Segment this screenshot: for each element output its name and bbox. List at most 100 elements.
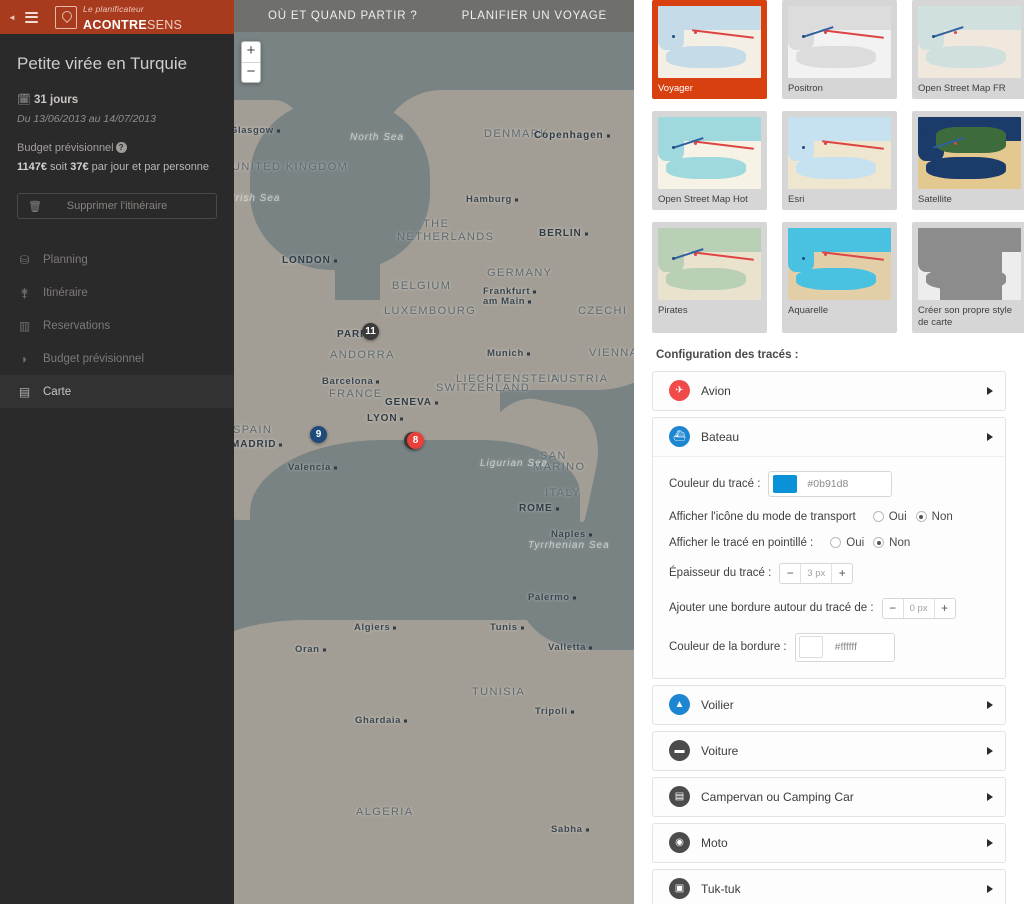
show-icon-radio-no[interactable]: Non [915,510,953,523]
map-label-6: THE [423,218,450,230]
brand-name: ACONTRESENS [83,18,183,32]
zoom-out-button[interactable]: − [242,62,260,82]
map-marker-11[interactable]: 11 [362,323,379,340]
thickness-value: 3 px [800,563,833,583]
dotted-no-label: Non [889,536,911,549]
budget-total: 1147€ [17,160,47,173]
dotted-radio-no[interactable]: Non [873,537,910,549]
map-style-name: Open Street Map FR [918,83,1006,94]
chevron-right-icon[interactable] [987,386,993,395]
sitemap-icon: ⛁ [19,252,30,267]
transport-header[interactable]: ▣ Tuk-tuk [653,870,1005,904]
transport-header[interactable]: ▬ Voiture [653,732,1005,770]
sidebar-item-label: Itinéraire [43,286,88,299]
chevron-right-icon[interactable] [987,792,993,801]
map-style-card-esri[interactable]: Esri [782,111,897,210]
map-marker-9[interactable]: 9 [310,426,327,443]
map-settings-panel: Voyager Positron Open Street Map FR Open St… [634,0,1024,904]
sidebar-item-reservations[interactable]: ▥ Reservations [0,309,234,342]
motorcycle-icon: ◉ [669,832,690,854]
map-style-card-voyager[interactable]: Voyager [652,0,767,99]
config-section-title: Configuration des tracés : [656,348,799,361]
map-style-card-custom[interactable]: Créer son propre style de carte [912,222,1024,333]
map-label-42: Oran [295,644,320,655]
transport-header[interactable]: ◉ Moto [653,824,1005,862]
brand-logo[interactable]: Le planificateur ACONTRESENS [55,0,226,34]
topnav-item-0[interactable]: OÙ ET QUAND PARTIR ? [268,10,418,22]
trace-color-label: Couleur du tracé : [669,477,761,490]
sidebar-item-budget-pr-visionnel[interactable]: ◗ Budget prévisionnel [0,342,234,375]
map-label-19: ANDORRA [330,349,395,361]
thickness-stepper[interactable]: − 3 px + [779,562,854,584]
map-label-20: SPAIN [233,424,273,436]
hamburger-icon[interactable] [24,11,39,23]
map-label-47: Glasgow [230,125,274,136]
color-swatch[interactable] [773,474,798,493]
chevron-right-icon[interactable] [987,700,993,709]
map-style-thumbnail [788,6,891,78]
border-width-stepper[interactable]: − 0 px + [881,597,956,619]
transport-header[interactable]: ▤ Campervan ou Camping Car [653,778,1005,816]
transport-item-bateau: ⛴ Bateau Couleur du tracé : #0b91d8 Affic… [652,416,1006,679]
dotted-radio-yes[interactable]: Oui [830,537,864,549]
chevron-left-icon[interactable]: ◄ [8,13,16,22]
map-label-10: LUXEMBOURG [384,305,477,317]
border-increment-button[interactable]: + [935,599,955,618]
dotted-yes-label: Oui [846,536,865,549]
thickness-decrement-button[interactable]: − [780,564,800,583]
border-color-input[interactable]: #ffffff [794,632,895,662]
thickness-increment-button[interactable]: + [832,564,852,583]
show-icon-radio-yes[interactable]: Oui [872,511,907,523]
transport-header[interactable]: ✈ Avion [653,372,1005,410]
tuktuk-icon: ▣ [669,878,690,900]
border-color-swatch[interactable] [798,636,823,659]
map-style-card-osmhot[interactable]: Open Street Map Hot [652,111,767,210]
radio-icon[interactable] [872,511,884,523]
map-style-card-aquarelle[interactable]: Aquarelle [782,222,897,333]
map-style-card-positron[interactable]: Positron [782,0,897,99]
map-label-31: VIENNA [589,347,639,359]
map-style-card-pirates[interactable]: Pirates [652,222,767,333]
map-style-card-satellite[interactable]: Satellite [912,111,1024,210]
sidebar-item-carte[interactable]: ▤ Carte [0,375,234,409]
map-label-15: AUSTRIA [551,373,609,385]
map-planner-page: North Sea Irish Sea Ligurian Sea Tyrrhenian… [0,0,1024,904]
delete-itinerary-button[interactable]: 🗑 Supprimer l'itinéraire [17,193,217,220]
radio-icon[interactable] [915,511,927,523]
thickness-row: Épaisseur du tracé : − 3 px + [669,562,1005,584]
chevron-right-icon[interactable] [987,838,993,847]
radio-icon[interactable] [830,537,842,549]
map-label-25: BERLIN [539,228,582,239]
chevron-right-icon[interactable] [987,432,993,441]
transport-label: Tuk-tuk [701,881,741,896]
show-icon-no-label: Non [931,510,953,523]
map-style-name: Satellite [918,194,952,205]
map-label-21: TUNISIA [472,686,526,698]
map-marker-8[interactable]: 8 [407,432,424,449]
transport-header[interactable]: ⛴ Bateau [653,418,1005,456]
map-label-22: ALGERIA [356,806,414,818]
transport-config-form: Couleur du tracé : #0b91d8 Afficher l'ic… [653,455,1005,678]
chevron-right-icon[interactable] [987,746,993,755]
budget-label: Budget prévisionnel [17,141,114,154]
transport-item-moto: ◉ Moto [652,822,1006,863]
topnav-item-1[interactable]: PLANIFIER UN VOYAGE [462,10,607,22]
sidebar-item-planning[interactable]: ⛁ Planning [0,243,234,276]
map-label-43: Valletta [548,642,587,653]
sidebar-item-itin-raire[interactable]: ⚵ Itinéraire [0,276,234,309]
transport-header[interactable]: ▲ Voilier [653,686,1005,724]
border-decrement-button[interactable]: − [883,599,903,618]
show-icon-row: Afficher l'icône du mode de transport Ou… [669,511,1005,523]
map-style-thumbnail [788,117,891,189]
map-label-5: UNITED KINGDOM [232,161,349,173]
map-zoom-controls[interactable]: + − [241,41,261,83]
map-style-card-osmfr[interactable]: Open Street Map FR [912,0,1024,99]
sidebar-item-label: Planning [43,253,88,266]
trace-color-input[interactable]: #0b91d8 [768,470,893,497]
delete-itinerary-label: Supprimer l'itinéraire [66,200,168,213]
chevron-right-icon[interactable] [987,884,993,893]
map-style-thumbnail [658,228,761,300]
radio-icon[interactable] [873,537,885,549]
zoom-in-button[interactable]: + [242,42,260,62]
question-mark-icon[interactable]: ? [115,142,127,154]
